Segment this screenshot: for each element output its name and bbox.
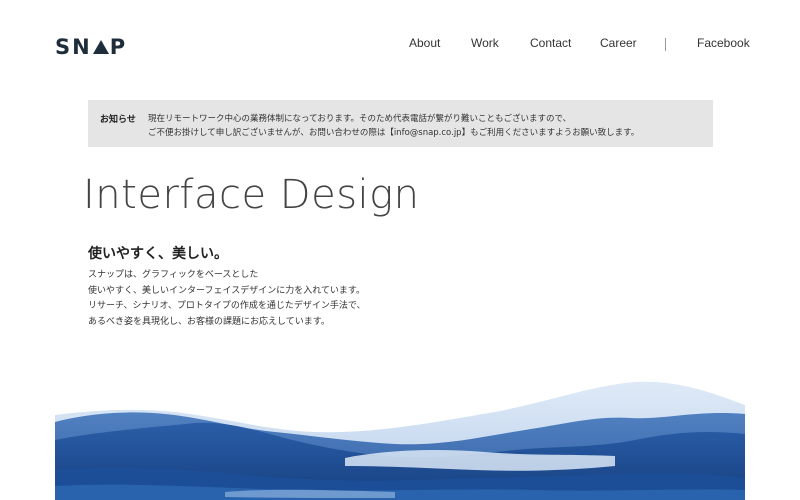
description-line: 使いやすく、美しいインターフェイスデザインに力を入れています。 — [88, 285, 366, 296]
nav-about[interactable]: About — [409, 36, 440, 50]
nav-work[interactable]: Work — [471, 36, 499, 50]
main-nav: About Work Contact Career Facebook — [0, 36, 800, 56]
hero-description: スナップは、グラフィックをベースとした 使いやすく、美しいインターフェイスデザイ… — [88, 268, 366, 330]
catch-copy: 使いやすく、美しい。 — [88, 246, 228, 262]
description-line: スナップは、グラフィックをベースとした — [88, 270, 259, 280]
watercolor-mountains-image — [55, 381, 745, 500]
nav-contact[interactable]: Contact — [530, 36, 571, 50]
page-title: Interface Design — [83, 172, 420, 218]
description-line: リサーチ、シナリオ、プロトタイプの作成を通じたデザイン手法で、 — [88, 301, 366, 311]
nav-career[interactable]: Career — [600, 36, 637, 50]
notice-label: お知らせ — [100, 115, 136, 125]
nav-divider — [665, 38, 666, 51]
notice-text: 現在リモートワーク中心の業務体制になっております。そのため代表電話が繋がり難いこ… — [148, 112, 639, 140]
notice-line-2: ご不便お掛けして申し訳ございませんが、お問い合わせの際は【info@snap.c… — [148, 128, 640, 138]
notice-line-1: 現在リモートワーク中心の業務体制になっております。そのため代表電話が繋がり難いこ… — [148, 114, 572, 124]
notice-banner: お知らせ 現在リモートワーク中心の業務体制になっております。そのため代表電話が繋… — [88, 100, 713, 147]
site-header: SN P About Work Contact Career Facebook — [0, 0, 800, 90]
description-line: あるべき姿を具現化し、お客様の課題にお応えしています。 — [88, 316, 330, 327]
nav-facebook[interactable]: Facebook — [697, 36, 750, 50]
